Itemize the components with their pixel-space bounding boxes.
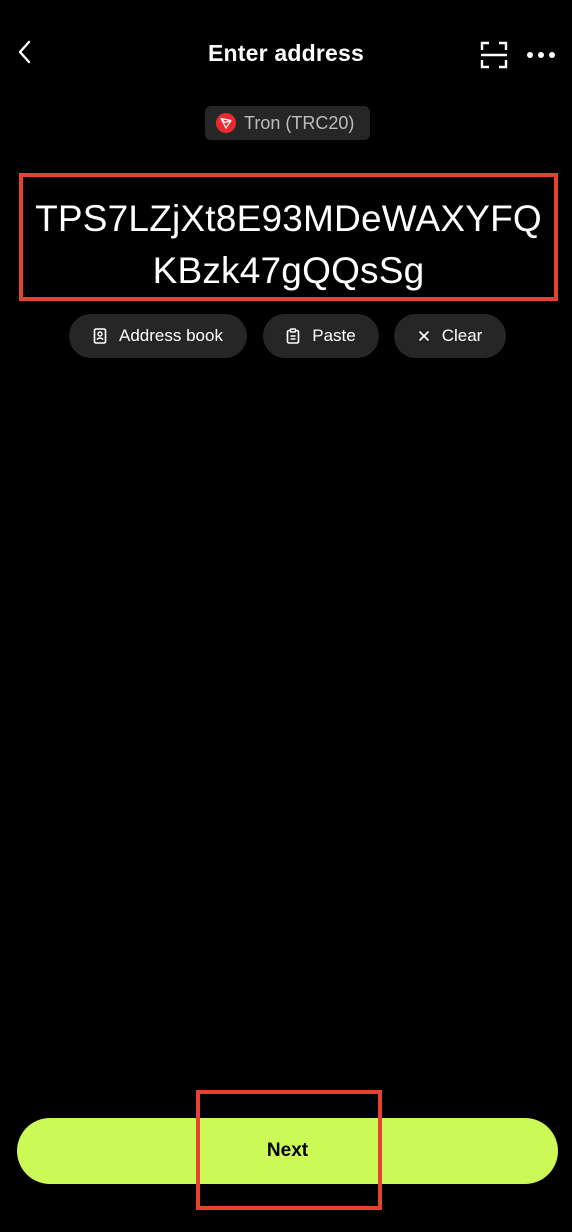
more-horizontal-icon <box>526 46 556 64</box>
network-label: Tron (TRC20) <box>244 112 355 133</box>
header-bar: Enter address <box>0 0 572 110</box>
scan-icon <box>479 41 509 74</box>
network-selector[interactable]: Tron (TRC20) <box>205 106 370 140</box>
clear-label: Clear <box>441 326 483 345</box>
tron-icon <box>216 113 236 133</box>
scan-button[interactable] <box>479 40 509 70</box>
clear-button[interactable]: Clear <box>394 314 506 358</box>
more-options-button[interactable] <box>524 40 558 70</box>
address-book-button[interactable]: Address book <box>69 314 247 358</box>
paste-button[interactable]: Paste <box>263 314 379 358</box>
address-input[interactable]: TPS7LZjXt8E93MDeWAXYFQKBzk47gQQsSg <box>19 193 558 297</box>
close-icon <box>418 330 430 342</box>
clipboard-icon <box>286 328 300 344</box>
next-button[interactable]: Next <box>17 1118 558 1184</box>
next-label: Next <box>266 1140 309 1161</box>
paste-label: Paste <box>312 326 356 345</box>
address-book-icon <box>93 328 107 344</box>
address-book-label: Address book <box>119 326 223 345</box>
